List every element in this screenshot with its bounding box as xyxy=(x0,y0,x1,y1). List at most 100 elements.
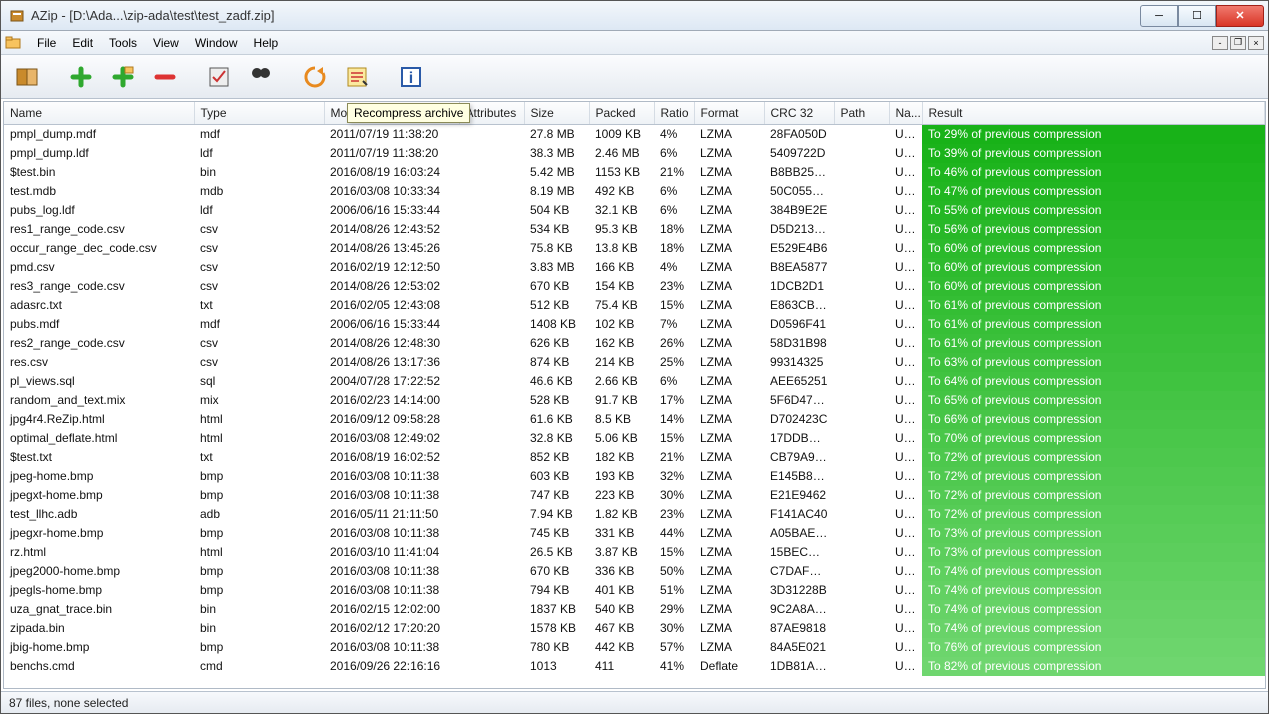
cell-name: pmpl_dump.mdf xyxy=(4,125,194,144)
file-list[interactable]: Name Type Modified Attributes Size Packe… xyxy=(3,101,1266,689)
cell-ratio: 6% xyxy=(654,201,694,220)
add-folder-button[interactable] xyxy=(105,60,141,94)
table-row[interactable]: pubs.mdfmdf2006/06/16 15:33:441408 KB102… xyxy=(4,315,1265,334)
table-row[interactable]: res2_range_code.csvcsv2014/08/26 12:48:3… xyxy=(4,334,1265,353)
cell-format: LZMA xyxy=(694,600,764,619)
cell-name: res1_range_code.csv xyxy=(4,220,194,239)
cell-path xyxy=(834,163,889,182)
cell-packed: 166 KB xyxy=(589,258,654,277)
table-row[interactable]: zipada.binbin2016/02/12 17:20:201578 KB4… xyxy=(4,619,1265,638)
cell-mod: 2016/02/19 12:12:50 xyxy=(324,258,459,277)
table-row[interactable]: jbig-home.bmpbmp2016/03/08 10:11:38780 K… xyxy=(4,638,1265,657)
cell-format: LZMA xyxy=(694,410,764,429)
menu-window[interactable]: Window xyxy=(187,33,246,53)
cell-name: $test.bin xyxy=(4,163,194,182)
cell-attr xyxy=(459,296,524,315)
cell-type: mix xyxy=(194,391,324,410)
table-row[interactable]: random_and_text.mixmix2016/02/23 14:14:0… xyxy=(4,391,1265,410)
about-button[interactable]: i xyxy=(393,60,429,94)
table-row[interactable]: res.csvcsv2014/08/26 13:17:36874 KB214 K… xyxy=(4,353,1265,372)
recompress-button[interactable] xyxy=(297,60,333,94)
cell-ratio: 30% xyxy=(654,619,694,638)
find-button[interactable] xyxy=(243,60,279,94)
col-result[interactable]: Result xyxy=(922,102,1265,125)
mdi-restore-button[interactable]: ❐ xyxy=(1230,36,1246,50)
table-row[interactable]: jpegls-home.bmpbmp2016/03/08 10:11:38794… xyxy=(4,581,1265,600)
col-type[interactable]: Type xyxy=(194,102,324,125)
table-row[interactable]: pmpl_dump.mdfmdf2011/07/19 11:38:2027.8 … xyxy=(4,125,1265,144)
table-row[interactable]: test.mdbmdb2016/03/08 10:33:348.19 MB492… xyxy=(4,182,1265,201)
remove-button[interactable] xyxy=(147,60,183,94)
cell-name: pubs_log.ldf xyxy=(4,201,194,220)
table-row[interactable]: $test.txttxt2016/08/19 16:02:52852 KB182… xyxy=(4,448,1265,467)
menu-edit[interactable]: Edit xyxy=(64,33,101,53)
cell-na: UT... xyxy=(889,182,922,201)
cell-result: To 73% of previous compression xyxy=(922,524,1265,543)
table-row[interactable]: jpg4r4.ReZip.htmlhtml2016/09/12 09:58:28… xyxy=(4,410,1265,429)
cell-path xyxy=(834,372,889,391)
col-ratio[interactable]: Ratio xyxy=(654,102,694,125)
cell-type: csv xyxy=(194,258,324,277)
table-row[interactable]: jpegxt-home.bmpbmp2016/03/08 10:11:38747… xyxy=(4,486,1265,505)
cell-mod: 2014/08/26 12:43:52 xyxy=(324,220,459,239)
table-row[interactable]: pubs_log.ldfldf2006/06/16 15:33:44504 KB… xyxy=(4,201,1265,220)
cell-name: jpg4r4.ReZip.html xyxy=(4,410,194,429)
cell-result: To 74% of previous compression xyxy=(922,600,1265,619)
statusbar: 87 files, none selected xyxy=(1,691,1268,713)
col-path[interactable]: Path xyxy=(834,102,889,125)
menu-tools[interactable]: Tools xyxy=(101,33,145,53)
mdi-minimize-button[interactable]: - xyxy=(1212,36,1228,50)
cell-result: To 72% of previous compression xyxy=(922,448,1265,467)
maximize-button[interactable]: ☐ xyxy=(1178,5,1216,27)
table-row[interactable]: pmpl_dump.ldfldf2011/07/19 11:38:2038.3 … xyxy=(4,144,1265,163)
properties-button[interactable] xyxy=(339,60,375,94)
table-row[interactable]: test_llhc.adbadb2016/05/11 21:11:507.94 … xyxy=(4,505,1265,524)
table-row[interactable]: uza_gnat_trace.binbin2016/02/15 12:02:00… xyxy=(4,600,1265,619)
cell-format: LZMA xyxy=(694,125,764,144)
table-row[interactable]: optimal_deflate.htmlhtml2016/03/08 12:49… xyxy=(4,429,1265,448)
table-row[interactable]: pmd.csvcsv2016/02/19 12:12:503.83 MB166 … xyxy=(4,258,1265,277)
table-row[interactable]: benchs.cmdcmd2016/09/26 22:16:1610134114… xyxy=(4,657,1265,676)
cell-format: LZMA xyxy=(694,372,764,391)
cell-size: 852 KB xyxy=(524,448,589,467)
cell-type: mdf xyxy=(194,125,324,144)
table-row[interactable]: jpegxr-home.bmpbmp2016/03/08 10:11:38745… xyxy=(4,524,1265,543)
cell-ratio: 26% xyxy=(654,334,694,353)
test-button[interactable] xyxy=(201,60,237,94)
table-row[interactable]: jpeg-home.bmpbmp2016/03/08 10:11:38603 K… xyxy=(4,467,1265,486)
cell-attr xyxy=(459,201,524,220)
cell-name: benchs.cmd xyxy=(4,657,194,676)
cell-format: Deflate xyxy=(694,657,764,676)
table-row[interactable]: $test.binbin2016/08/19 16:03:245.42 MB11… xyxy=(4,163,1265,182)
extract-button[interactable] xyxy=(9,60,45,94)
menubar: File Edit Tools View Window Help - ❐ × xyxy=(1,31,1268,55)
table-row[interactable]: jpeg2000-home.bmpbmp2016/03/08 10:11:386… xyxy=(4,562,1265,581)
cell-attr xyxy=(459,600,524,619)
table-row[interactable]: adasrc.txttxt2016/02/05 12:43:08512 KB75… xyxy=(4,296,1265,315)
add-file-button[interactable] xyxy=(63,60,99,94)
col-packed[interactable]: Packed xyxy=(589,102,654,125)
col-size[interactable]: Size xyxy=(524,102,589,125)
table-row[interactable]: pl_views.sqlsql2004/07/28 17:22:5246.6 K… xyxy=(4,372,1265,391)
table-row[interactable]: rz.htmlhtml2016/03/10 11:41:0426.5 KB3.8… xyxy=(4,543,1265,562)
table-row[interactable]: res1_range_code.csvcsv2014/08/26 12:43:5… xyxy=(4,220,1265,239)
column-headers[interactable]: Name Type Modified Attributes Size Packe… xyxy=(4,102,1265,125)
menu-help[interactable]: Help xyxy=(246,33,287,53)
col-name[interactable]: Name xyxy=(4,102,194,125)
cell-size: 26.5 KB xyxy=(524,543,589,562)
cell-format: LZMA xyxy=(694,163,764,182)
col-na[interactable]: Na... xyxy=(889,102,922,125)
close-button[interactable]: ✕ xyxy=(1216,5,1264,27)
cell-packed: 223 KB xyxy=(589,486,654,505)
cell-result: To 72% of previous compression xyxy=(922,505,1265,524)
menu-file[interactable]: File xyxy=(29,33,64,53)
table-row[interactable]: occur_range_dec_code.csvcsv2014/08/26 13… xyxy=(4,239,1265,258)
mdi-close-button[interactable]: × xyxy=(1248,36,1264,50)
col-format[interactable]: Format xyxy=(694,102,764,125)
menu-view[interactable]: View xyxy=(145,33,187,53)
minimize-button[interactable]: ─ xyxy=(1140,5,1178,27)
cell-crc: F141AC40 xyxy=(764,505,834,524)
titlebar[interactable]: AZip - [D:\Ada...\zip-ada\test\test_zadf… xyxy=(1,1,1268,31)
col-crc[interactable]: CRC 32 xyxy=(764,102,834,125)
table-row[interactable]: res3_range_code.csvcsv2014/08/26 12:53:0… xyxy=(4,277,1265,296)
